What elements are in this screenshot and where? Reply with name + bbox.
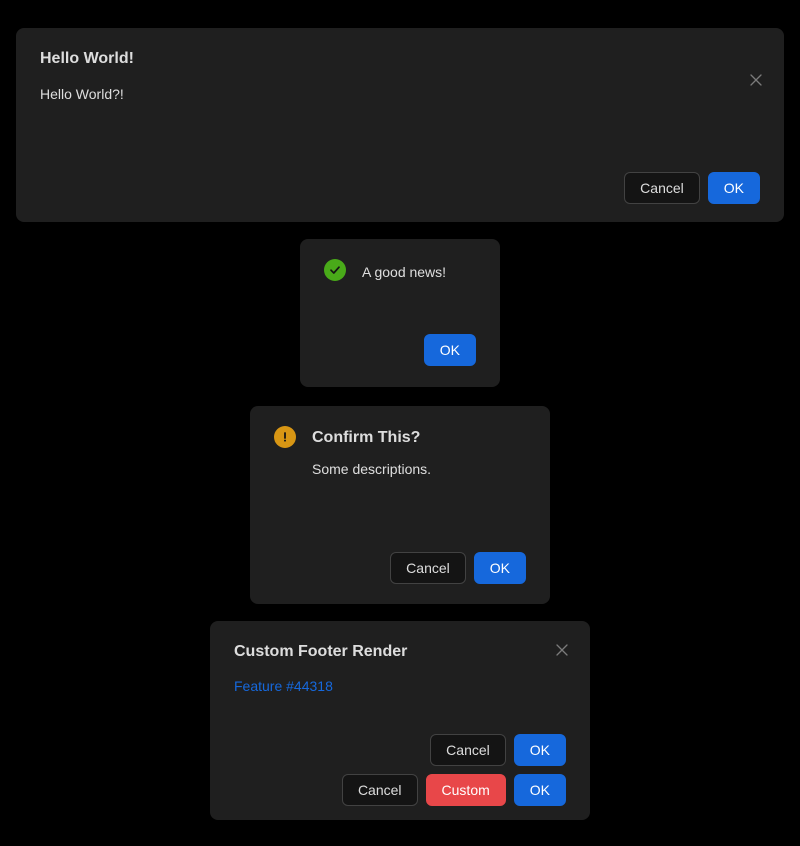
dialog-body-text: Hello World?! — [40, 86, 124, 102]
dialog-confirm: Confirm This? Some descriptions. Cancel … — [250, 406, 550, 604]
dialog-footer: Cancel OK — [390, 552, 526, 584]
ok-button[interactable]: OK — [423, 334, 476, 366]
dialog-title: Hello World! — [40, 50, 134, 67]
ok-button-secondary[interactable]: OK — [513, 774, 566, 806]
ok-button[interactable]: OK — [707, 172, 760, 204]
success-message: A good news! — [362, 264, 447, 280]
dialog-success: A good news! OK — [300, 239, 500, 387]
cancel-button[interactable]: Cancel — [624, 172, 700, 204]
close-icon[interactable] — [748, 72, 764, 88]
cancel-button[interactable]: Cancel — [390, 552, 466, 584]
custom-button[interactable]: Custom — [425, 774, 506, 806]
close-icon[interactable] — [554, 642, 570, 658]
footer-row-primary: Cancel OK — [430, 734, 566, 766]
dialog-footer: Cancel OK — [624, 172, 760, 204]
dialog-footer: Cancel OK Cancel Custom OK — [341, 734, 566, 806]
dialog-hello-world: Hello World! Hello World?! Cancel OK — [16, 28, 784, 222]
footer-row-secondary: Cancel Custom OK — [341, 774, 566, 806]
cancel-button[interactable]: Cancel — [430, 734, 506, 766]
confirm-text-block: Confirm This? Some descriptions. — [312, 426, 431, 480]
feature-link[interactable]: Feature #44318 — [234, 675, 333, 697]
ok-button[interactable]: OK — [513, 734, 566, 766]
dialog-description: Some descriptions. — [312, 461, 432, 477]
success-content: A good news! — [324, 259, 476, 283]
dialog-title: Custom Footer Render — [234, 643, 408, 660]
dialog-title: Confirm This? — [312, 429, 421, 446]
exclamation-circle-icon — [274, 426, 296, 448]
check-circle-icon — [324, 259, 346, 281]
cancel-button-secondary[interactable]: Cancel — [341, 774, 418, 806]
ok-button[interactable]: OK — [473, 552, 526, 584]
dialog-custom-footer: Custom Footer Render Feature #44318 Canc… — [210, 621, 590, 820]
screen: Hello World! Hello World?! Cancel OK A g… — [0, 0, 800, 846]
confirm-content: Confirm This? Some descriptions. — [274, 426, 526, 480]
dialog-footer: OK — [423, 334, 476, 366]
